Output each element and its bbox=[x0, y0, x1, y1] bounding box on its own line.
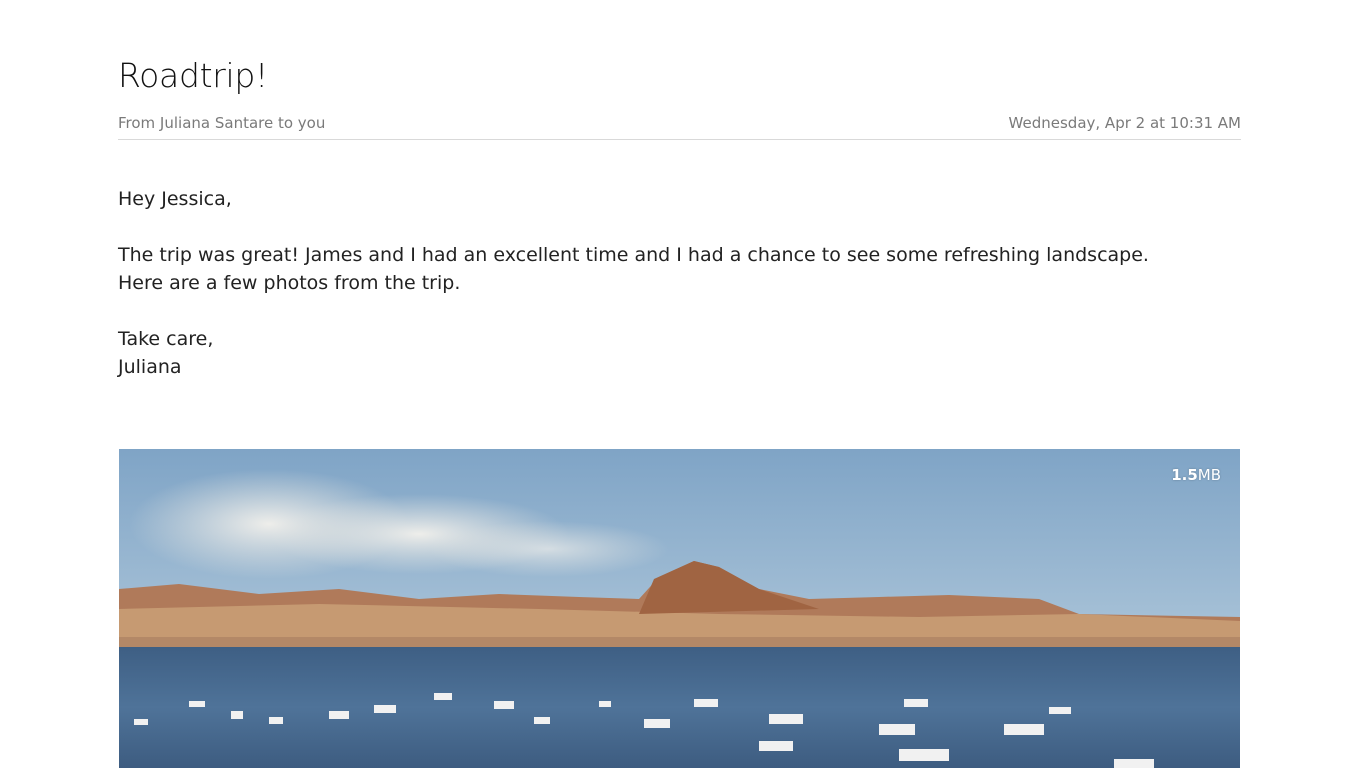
body-signature: Juliana bbox=[118, 356, 182, 378]
sender-line[interactable]: From Juliana Santare to you bbox=[118, 114, 325, 132]
email-body: Hey Jessica, The trip was great! James a… bbox=[118, 185, 1241, 381]
landscape-photo bbox=[119, 449, 1240, 768]
size-value: 1.5 bbox=[1171, 466, 1198, 484]
body-greeting: Hey Jessica, bbox=[118, 188, 232, 210]
attachment-size-badge: 1.5MB bbox=[1171, 466, 1221, 484]
email-subject: Roadtrip! bbox=[118, 56, 268, 95]
body-closing: Take care, bbox=[118, 328, 214, 350]
email-meta-row: From Juliana Santare to you Wednesday, A… bbox=[118, 112, 1241, 140]
photo-attachment[interactable]: 1.5MB bbox=[119, 449, 1240, 768]
body-line: Here are a few photos from the trip. bbox=[118, 272, 461, 294]
sent-date: Wednesday, Apr 2 at 10:31 AM bbox=[1008, 114, 1241, 132]
email-reading-pane: Roadtrip! From Juliana Santare to you We… bbox=[0, 0, 1366, 768]
size-unit: MB bbox=[1197, 466, 1221, 484]
body-line: The trip was great! James and I had an e… bbox=[118, 244, 1149, 266]
